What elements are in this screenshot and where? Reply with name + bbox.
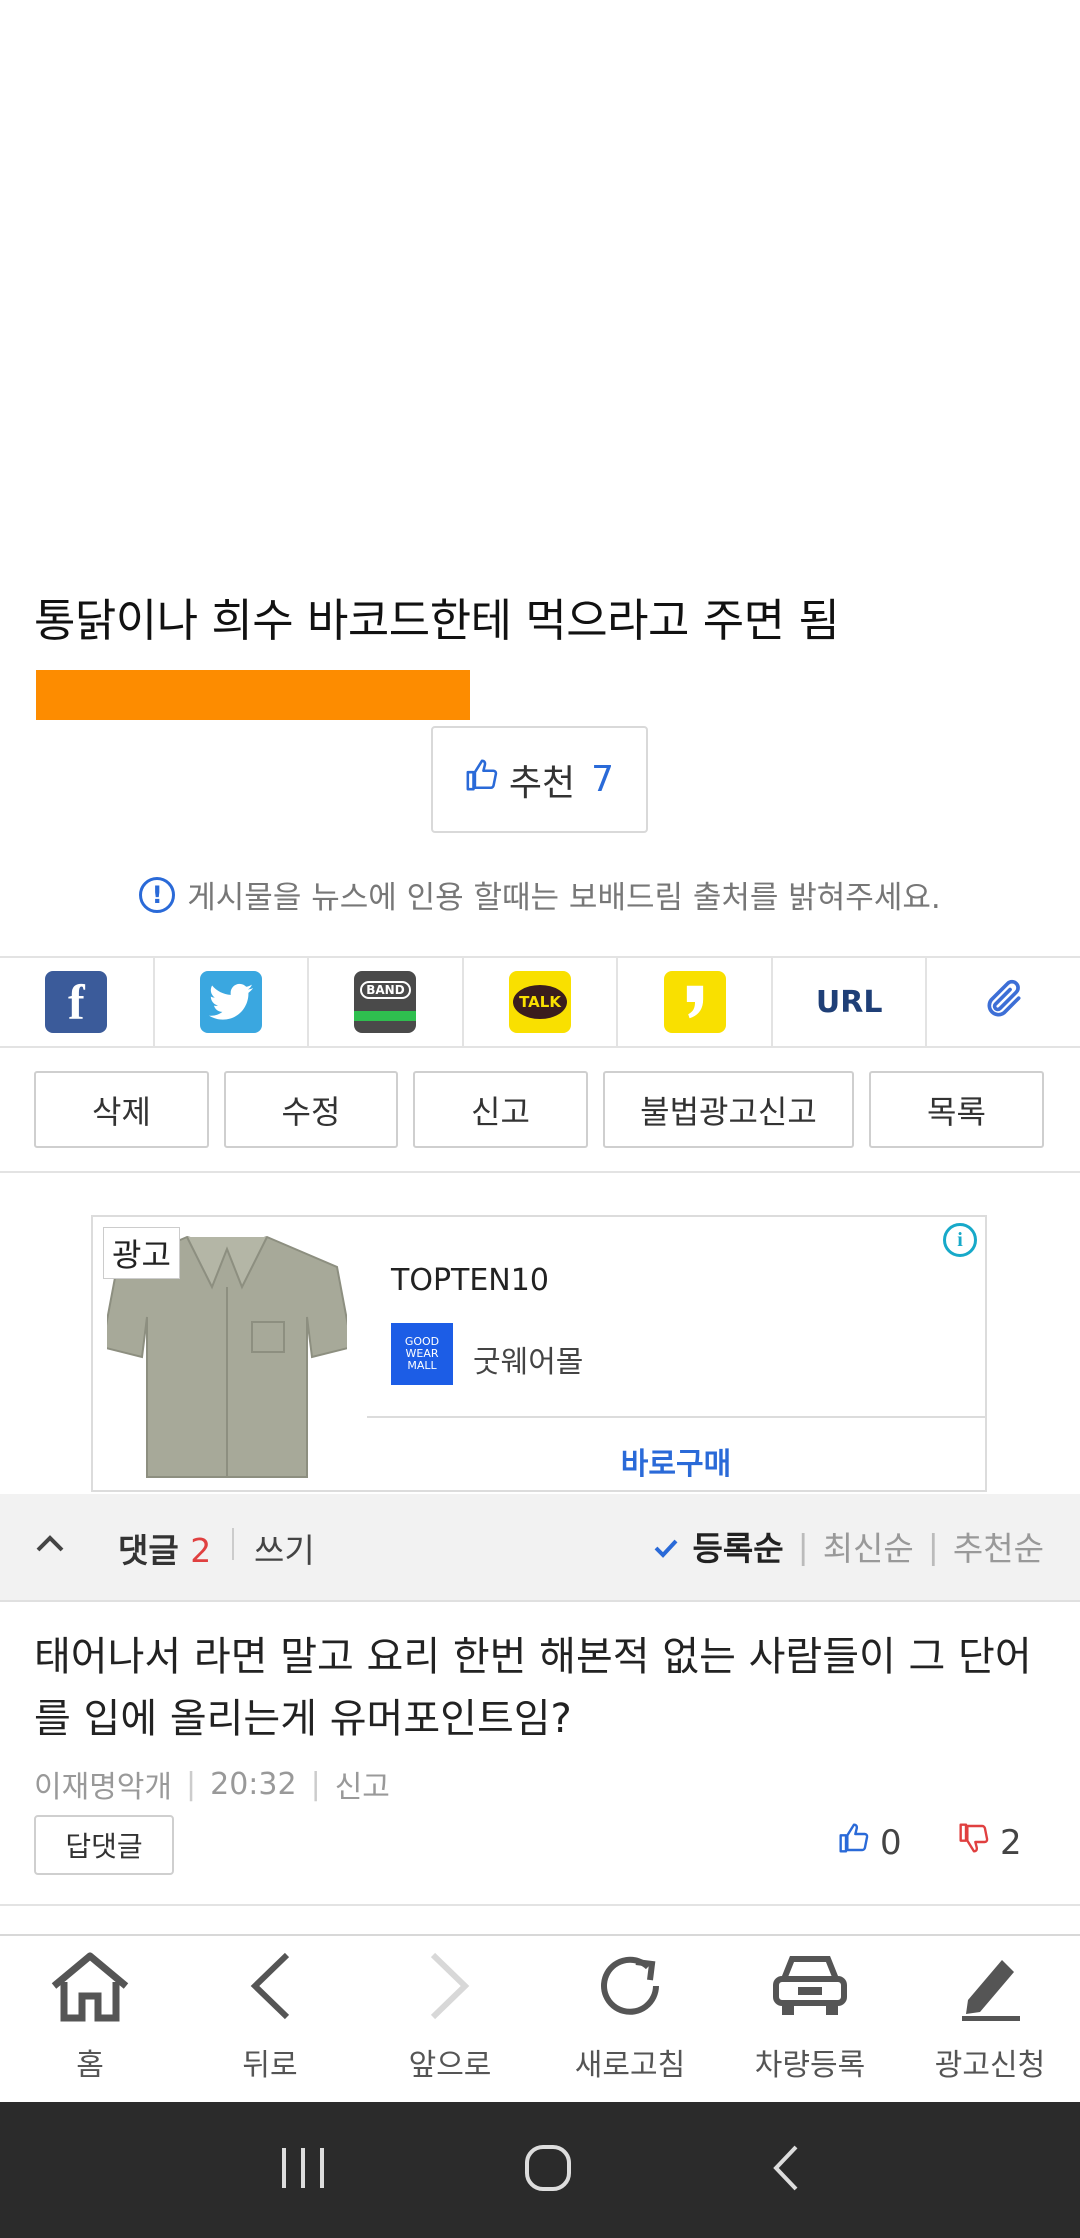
post-actions: 삭제 수정 신고 불법광고신고 목록 — [34, 1071, 1044, 1148]
home-icon — [48, 1946, 132, 2026]
sort-options: 등록순 | 최신순 | 추천순 — [654, 1522, 1044, 1570]
nav-back-label: 뒤로 — [242, 2048, 298, 2083]
nav-ad-apply[interactable]: 광고신청 — [900, 1936, 1080, 2102]
nav-forward-label: 앞으로 — [408, 2048, 492, 2083]
ad-badge: 광고 — [103, 1227, 180, 1279]
edit-button[interactable]: 수정 — [224, 1071, 398, 1148]
recommend-count: 7 — [591, 759, 615, 800]
kakaotalk-icon: TALK — [509, 971, 572, 1033]
thumbs-down-icon — [958, 1822, 990, 1863]
share-kakaotalk[interactable]: TALK — [464, 958, 619, 1046]
check-icon — [654, 1527, 678, 1566]
ad-divider — [367, 1416, 985, 1418]
nav-forward[interactable]: 앞으로 — [360, 1936, 540, 2102]
comment-time: 20:32 — [210, 1766, 297, 1802]
reply-button[interactable]: 답댓글 — [34, 1815, 174, 1875]
separator: | — [927, 1526, 939, 1566]
comment-count-label: 댓글 2 — [118, 1524, 211, 1572]
ad-brand: TOPTEN10 — [391, 1263, 549, 1298]
comment-like-button[interactable]: 0 — [838, 1822, 902, 1863]
separator: | — [186, 1766, 197, 1802]
band-icon: BAND — [354, 971, 417, 1033]
comments-label: 댓글 — [118, 1531, 179, 1570]
bottom-nav: 홈 뒤로 앞으로 새로고침 차량등록 광고신청 — [0, 1934, 1080, 2102]
band-text: BAND — [360, 981, 411, 999]
post-body-text: 통닭이나 희수 바코드한테 먹으라고 주면 됨 — [34, 594, 840, 647]
share-row: f BAND TALK URL — [0, 956, 1080, 1048]
dislike-count: 2 — [1000, 1822, 1022, 1863]
pencil-icon — [954, 1946, 1026, 2026]
nav-back[interactable]: 뒤로 — [180, 1936, 360, 2102]
divider — [0, 1171, 1080, 1173]
nav-refresh-label: 새로고침 — [574, 2048, 686, 2083]
thumbs-up-icon — [465, 758, 499, 801]
comment-meta: 이재명악개 | 20:32 | 신고 — [34, 1762, 390, 1806]
report-button[interactable]: 신고 — [413, 1071, 588, 1148]
comment-text: 태어나서 라면 말고 요리 한번 해본적 없는 사람들이 그 단어를 입에 올리… — [34, 1634, 1032, 1742]
share-kakaostory[interactable] — [618, 958, 773, 1046]
buy-now-button[interactable]: 바로구매 — [367, 1439, 985, 1483]
recent-apps-icon[interactable] — [278, 2146, 328, 2194]
collapse-chevron-icon[interactable] — [34, 1532, 66, 1558]
refresh-icon — [592, 1946, 668, 2026]
share-twitter[interactable] — [155, 958, 310, 1046]
share-band[interactable]: BAND — [309, 958, 464, 1046]
mall-logo: GOOD WEAR MALL — [391, 1323, 453, 1385]
comment-header: 댓글 2 쓰기 등록순 | 최신순 | 추천순 — [0, 1494, 1080, 1602]
nav-ad-label: 광고신청 — [934, 2048, 1046, 2083]
nav-refresh[interactable]: 새로고침 — [540, 1936, 720, 2102]
paperclip-icon — [982, 978, 1026, 1026]
share-url[interactable]: URL — [773, 958, 928, 1046]
separator: | — [797, 1526, 809, 1566]
car-icon — [770, 1946, 850, 2026]
system-nav-bar — [0, 2102, 1080, 2238]
chevron-left-icon — [245, 1946, 295, 2026]
divider — [0, 1904, 1080, 1906]
ad-banner[interactable]: 광고 TOPTEN10 GOOD WEAR MALL 굿웨어몰 바로구매 i — [91, 1215, 987, 1492]
recommend-button[interactable]: 추천 7 — [431, 726, 648, 833]
chevron-right-icon — [425, 1946, 475, 2026]
delete-button[interactable]: 삭제 — [34, 1071, 209, 1148]
exclamation-icon: ! — [139, 876, 176, 913]
home-button-icon[interactable] — [523, 2143, 573, 2197]
sort-latest[interactable]: 최신순 — [823, 1522, 914, 1570]
comment-author[interactable]: 이재명악개 — [34, 1762, 172, 1806]
comments-count: 2 — [190, 1531, 212, 1570]
illegal-ad-report-button[interactable]: 불법광고신고 — [603, 1071, 854, 1148]
share-facebook[interactable]: f — [0, 958, 155, 1046]
twitter-icon — [199, 971, 262, 1033]
ad-mall-name: 굿웨어몰 — [473, 1345, 584, 1380]
back-button-icon[interactable] — [768, 2143, 802, 2197]
like-count: 0 — [880, 1822, 902, 1863]
share-attach[interactable] — [927, 958, 1080, 1046]
nav-car-register[interactable]: 차량등록 — [720, 1936, 900, 2102]
nav-home-label: 홈 — [76, 2048, 104, 2083]
notice-text: 게시물을 뉴스에 인용 할때는 보배드림 출처를 밝혀주세요. — [187, 880, 941, 916]
talk-text: TALK — [513, 985, 567, 1019]
redaction-bar — [36, 670, 470, 720]
comment-dislike-button[interactable]: 2 — [958, 1822, 1022, 1863]
list-button[interactable]: 목록 — [869, 1071, 1044, 1148]
thumbs-up-icon — [838, 1822, 870, 1863]
recommend-label: 추천 — [508, 762, 576, 804]
separator — [232, 1528, 234, 1560]
nav-car-label: 차량등록 — [754, 2048, 866, 2083]
nav-home[interactable]: 홈 — [0, 1936, 180, 2102]
notice: ! 게시물을 뉴스에 인용 할때는 보배드림 출처를 밝혀주세요. — [0, 872, 1080, 917]
url-label: URL — [815, 984, 883, 1020]
kakaostory-icon — [663, 971, 726, 1033]
facebook-icon: f — [45, 971, 108, 1033]
ad-info-icon[interactable]: i — [943, 1223, 977, 1257]
write-comment-link[interactable]: 쓰기 — [254, 1524, 315, 1572]
sort-recommended[interactable]: 추천순 — [953, 1522, 1044, 1570]
separator: | — [310, 1766, 321, 1802]
sort-registered[interactable]: 등록순 — [692, 1522, 783, 1570]
band-stripe — [354, 1011, 417, 1021]
comment-report-link[interactable]: 신고 — [335, 1762, 390, 1806]
